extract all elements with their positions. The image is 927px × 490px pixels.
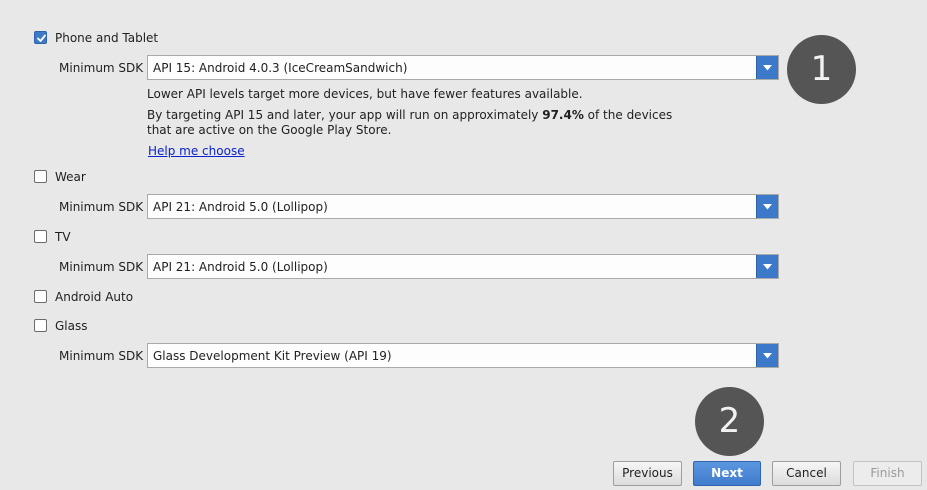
android-auto-label: Android Auto [55,290,134,304]
tv-label: TV [55,230,71,244]
chevron-down-icon [763,353,772,359]
finish-button[interactable]: Finish [853,461,922,486]
dropdown-arrow-button[interactable] [756,255,778,278]
glass-min-sdk-select[interactable]: Glass Development Kit Preview (API 19) [147,343,779,368]
tv-min-sdk-value: API 21: Android 5.0 (Lollipop) [153,260,328,274]
step-2-number: 2 [718,401,741,441]
glass-checkbox[interactable] [34,319,47,332]
wear-min-sdk-value: API 21: Android 5.0 (Lollipop) [153,200,328,214]
dropdown-arrow-button[interactable] [756,344,778,367]
phone-min-sdk-label: Minimum SDK [59,61,144,75]
device-coverage-percent: 97.4% [542,108,584,122]
help-link-row: Help me choose [148,144,245,158]
checkmark-icon [37,34,46,42]
api-info-line2-text-end: of the devices [583,108,673,122]
api-info-line2-text: By targeting API 15 and later, your app … [147,108,543,122]
phone-min-sdk-select[interactable]: API 15: Android 4.0.3 (IceCreamSandwich) [147,55,779,80]
glass-min-sdk-value: Glass Development Kit Preview (API 19) [153,349,392,363]
chevron-down-icon [763,264,772,270]
phone-tablet-checkbox[interactable] [34,31,47,44]
glass-label: Glass [55,319,88,333]
chevron-down-icon [763,65,772,71]
phone-min-sdk-value: API 15: Android 4.0.3 (IceCreamSandwich) [153,61,408,75]
android-auto-checkbox[interactable] [34,290,47,303]
tv-min-sdk-label: Minimum SDK [59,260,144,274]
step-2-annotation: 2 [695,387,764,456]
chevron-down-icon [763,204,772,210]
tv-checkbox[interactable] [34,230,47,243]
phone-tablet-label: Phone and Tablet [55,31,159,45]
help-me-choose-link[interactable]: Help me choose [148,144,245,158]
cancel-button[interactable]: Cancel [772,461,841,486]
dropdown-arrow-button[interactable] [756,195,778,218]
glass-min-sdk-label: Minimum SDK [59,349,144,363]
previous-button[interactable]: Previous [613,461,682,486]
api-info-line3: that are active on the Google Play Store… [147,123,392,137]
api-info-line2: By targeting API 15 and later, your app … [147,108,672,122]
wear-min-sdk-select[interactable]: API 21: Android 5.0 (Lollipop) [147,194,779,219]
dropdown-arrow-button[interactable] [756,56,778,79]
step-1-number: 1 [810,49,833,89]
api-info-line1: Lower API levels target more devices, bu… [147,87,583,101]
tv-min-sdk-select[interactable]: API 21: Android 5.0 (Lollipop) [147,254,779,279]
next-button[interactable]: Next [693,461,761,486]
wear-checkbox[interactable] [34,170,47,183]
wear-label: Wear [55,170,86,184]
wear-min-sdk-label: Minimum SDK [59,200,144,214]
step-1-annotation: 1 [787,35,856,104]
